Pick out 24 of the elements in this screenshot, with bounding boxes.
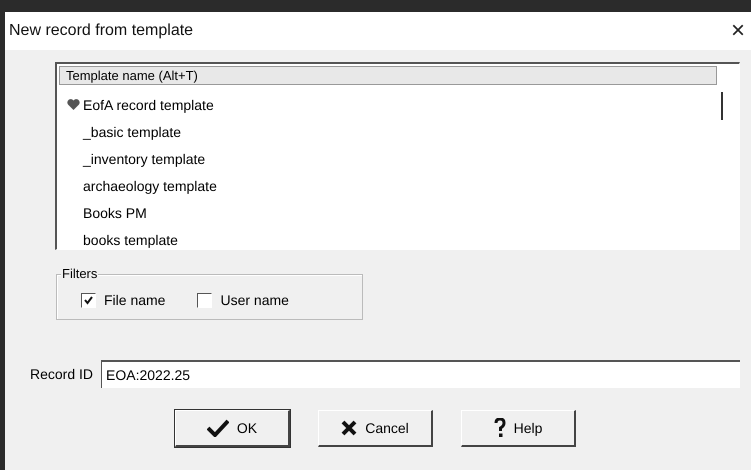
field-label: Record ID — [30, 366, 94, 382]
list-item[interactable]: EofA record template — [67, 91, 739, 118]
checkbox-label[interactable]: File name — [104, 292, 166, 308]
list-item[interactable]: _inventory template — [67, 145, 739, 172]
group-title: Filters — [61, 266, 98, 281]
column-header[interactable]: Template name (Alt+T) — [59, 66, 717, 85]
ok-button[interactable]: OK — [175, 410, 290, 447]
close-icon — [341, 420, 358, 436]
list-item[interactable]: Books PM — [67, 199, 739, 226]
close-button[interactable]: × — [730, 19, 745, 43]
checkmark-icon — [206, 419, 229, 437]
list-item[interactable]: books template — [67, 226, 739, 253]
scrollbar-thumb[interactable] — [721, 92, 723, 120]
help-icon — [494, 418, 506, 438]
window-title: New record from template — [9, 22, 194, 40]
list-item[interactable]: _basic template — [67, 118, 739, 145]
heart-icon — [67, 99, 80, 110]
record-id-field[interactable]: EOA:2022.25 — [101, 360, 740, 388]
list-item[interactable]: archaeology template — [67, 172, 739, 199]
checkbox-label[interactable]: User name — [220, 292, 289, 308]
checkbox[interactable] — [197, 292, 212, 308]
cancel-button[interactable]: Cancel — [318, 410, 433, 447]
help-button[interactable]: Help — [461, 410, 576, 447]
checkbox[interactable] — [81, 292, 96, 308]
